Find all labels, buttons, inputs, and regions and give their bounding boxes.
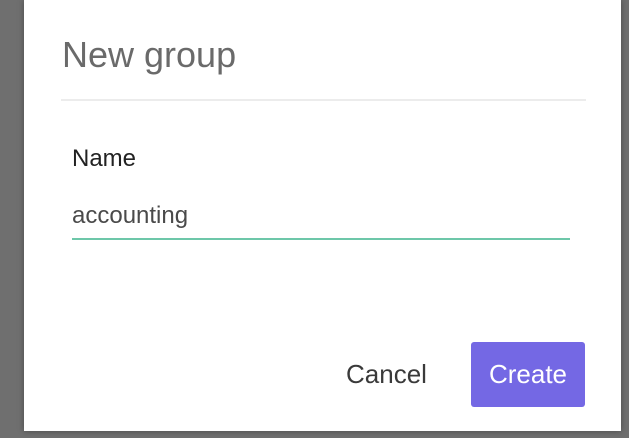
- group-name-input[interactable]: [72, 194, 570, 240]
- modal-backdrop: New group Name Cancel Create: [0, 0, 629, 438]
- dialog-title: New group: [62, 34, 237, 75]
- cancel-button[interactable]: Cancel: [336, 346, 437, 402]
- create-button[interactable]: Create: [471, 342, 585, 407]
- new-group-dialog: New group Name Cancel Create: [24, 0, 621, 431]
- title-divider: [61, 99, 586, 101]
- name-label: Name: [72, 145, 137, 172]
